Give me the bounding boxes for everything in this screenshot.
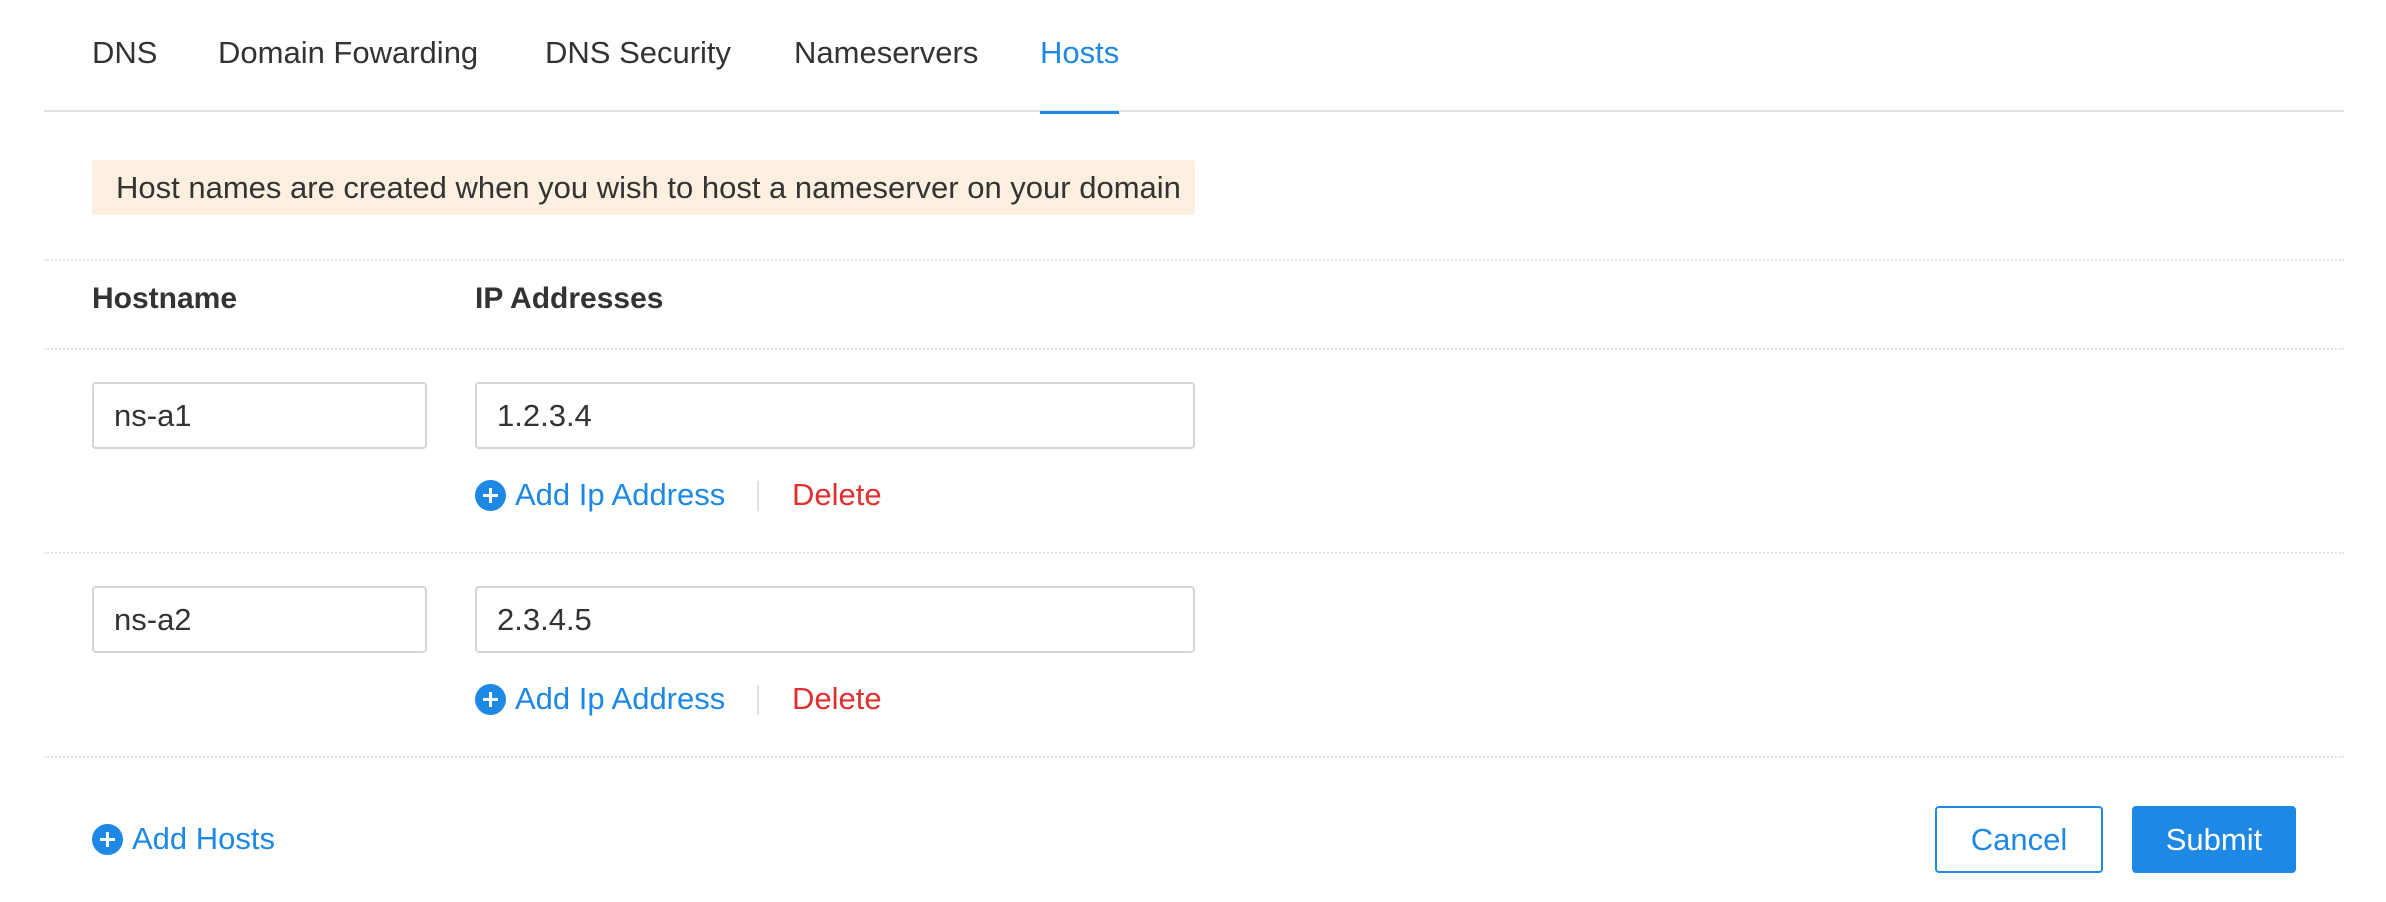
hostname-input[interactable] [92, 382, 427, 449]
tab-dns[interactable]: DNS [92, 30, 157, 112]
add-ip-address-label: Add Ip Address [515, 681, 726, 716]
plus-circle-icon [475, 479, 506, 511]
add-ip-address-label: Add Ip Address [515, 477, 726, 512]
tab-dns-security[interactable]: DNS Security [545, 30, 731, 112]
hostname-column-header: Hostname [92, 282, 238, 315]
delete-host-link[interactable]: Delete [792, 475, 882, 515]
divider [44, 348, 2344, 350]
hosts-page: DNS Domain Fowarding DNS Security Namese… [0, 0, 2386, 902]
tab-bar: DNS Domain Fowarding DNS Security Namese… [44, 0, 2344, 114]
submit-button[interactable]: Submit [2132, 806, 2296, 873]
hostname-input[interactable] [92, 586, 427, 653]
divider [44, 259, 2344, 261]
tab-hosts[interactable]: Hosts [1040, 30, 1120, 114]
divider [44, 552, 2344, 554]
add-ip-address-link[interactable]: Add Ip Address [475, 679, 725, 719]
add-hosts-link[interactable]: Add Hosts [92, 819, 275, 859]
ip-address-input[interactable] [475, 586, 1195, 653]
ip-address-input[interactable] [475, 382, 1195, 449]
info-banner: Host names are created when you wish to … [92, 160, 1195, 215]
link-separator [757, 685, 759, 715]
tab-domain-forwarding[interactable]: Domain Fowarding [218, 30, 478, 112]
ip-addresses-column-header: IP Addresses [475, 282, 664, 315]
cancel-button[interactable]: Cancel [1935, 806, 2103, 873]
add-hosts-label: Add Hosts [132, 821, 276, 856]
plus-circle-icon [475, 683, 506, 715]
tab-nameservers[interactable]: Nameservers [794, 30, 978, 112]
delete-host-link[interactable]: Delete [792, 679, 882, 719]
add-ip-address-link[interactable]: Add Ip Address [475, 475, 725, 515]
plus-circle-icon [92, 823, 123, 855]
link-separator [757, 481, 759, 511]
divider [44, 756, 2344, 758]
